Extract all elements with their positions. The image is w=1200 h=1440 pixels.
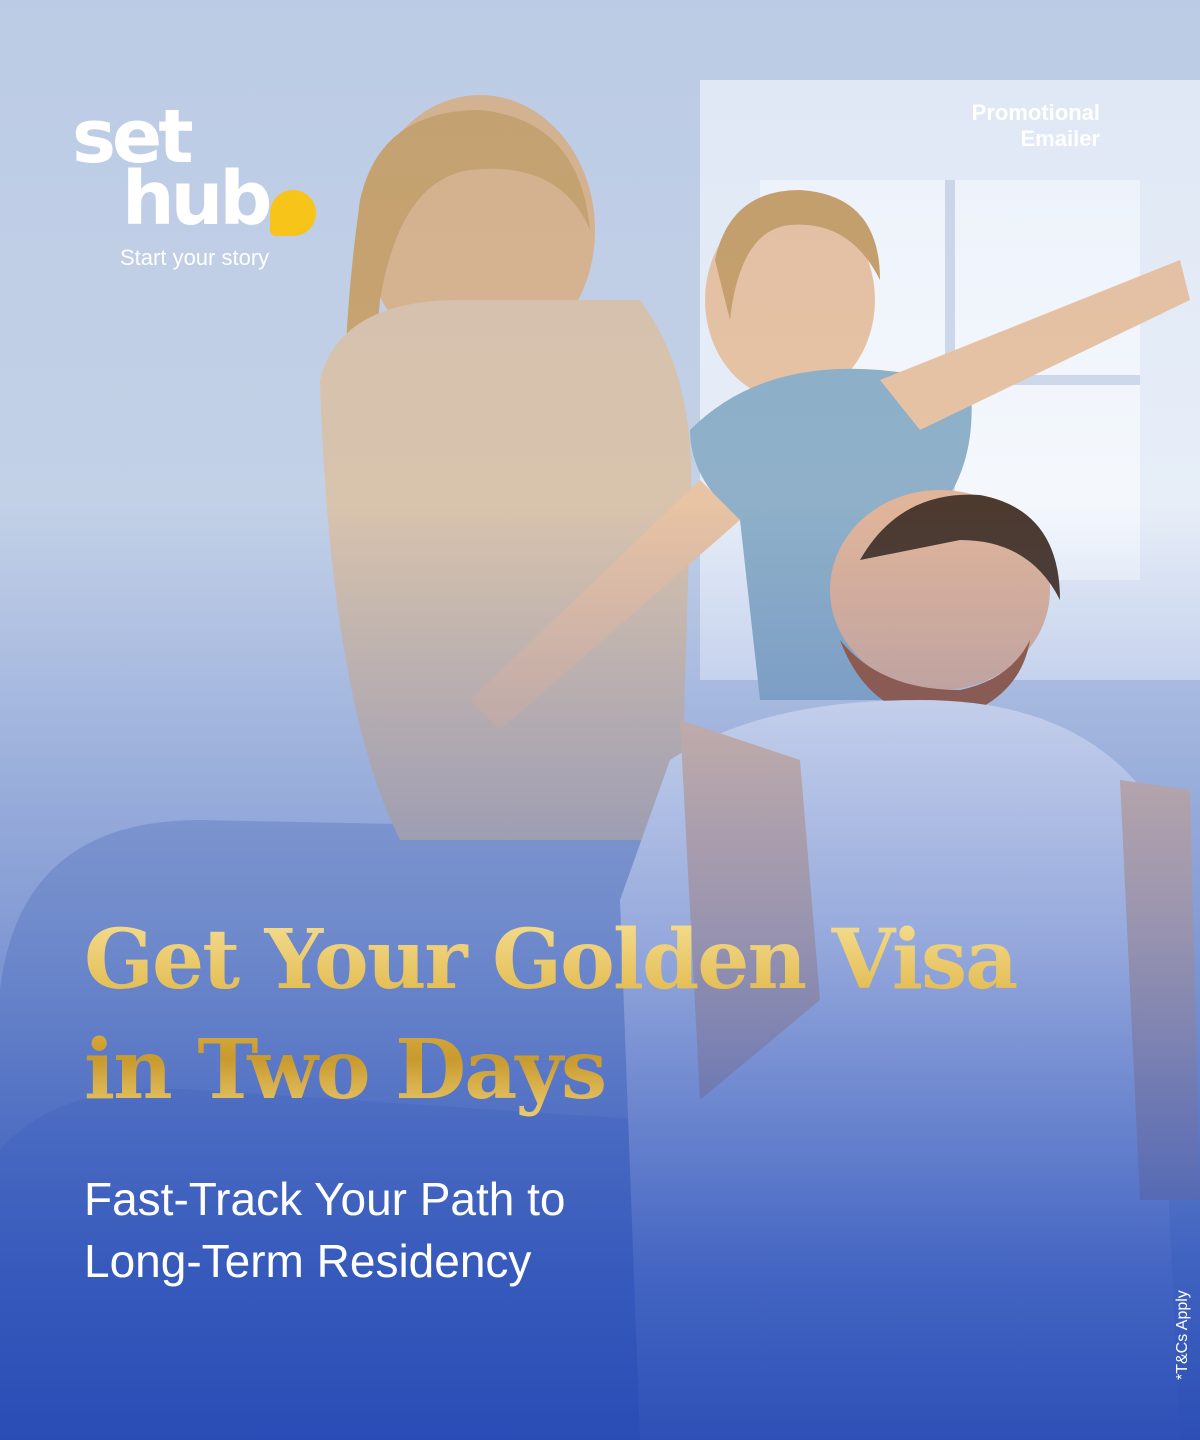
terms-disclaimer[interactable]: *T&Cs Apply	[1174, 1290, 1192, 1380]
sethub-logo[interactable]: set hub Start your story	[72, 100, 316, 275]
subheadline: Fast-Track Your Path to Long-Term Reside…	[84, 1168, 984, 1292]
promo-banner: set hub Start your story Promotional Ema…	[0, 0, 1200, 1440]
logo-tagline: Start your story	[120, 245, 270, 270]
promotional-label: Promotional Emailer	[880, 100, 1100, 152]
headline-line2: in Two Days	[84, 1022, 606, 1118]
logo-text-bottom: hub	[122, 156, 272, 242]
headline: Get Your Golden Visa in Two Days	[84, 905, 1124, 1125]
promotional-label-line2: Emailer	[1020, 126, 1101, 151]
speech-bubble-icon	[270, 190, 316, 236]
subheadline-line2: Long-Term Residency	[84, 1235, 532, 1287]
promotional-label-line1: Promotional	[971, 100, 1100, 125]
subheadline-line1: Fast-Track Your Path to	[84, 1173, 566, 1225]
headline-line1: Get Your Golden Visa	[84, 912, 1017, 1008]
